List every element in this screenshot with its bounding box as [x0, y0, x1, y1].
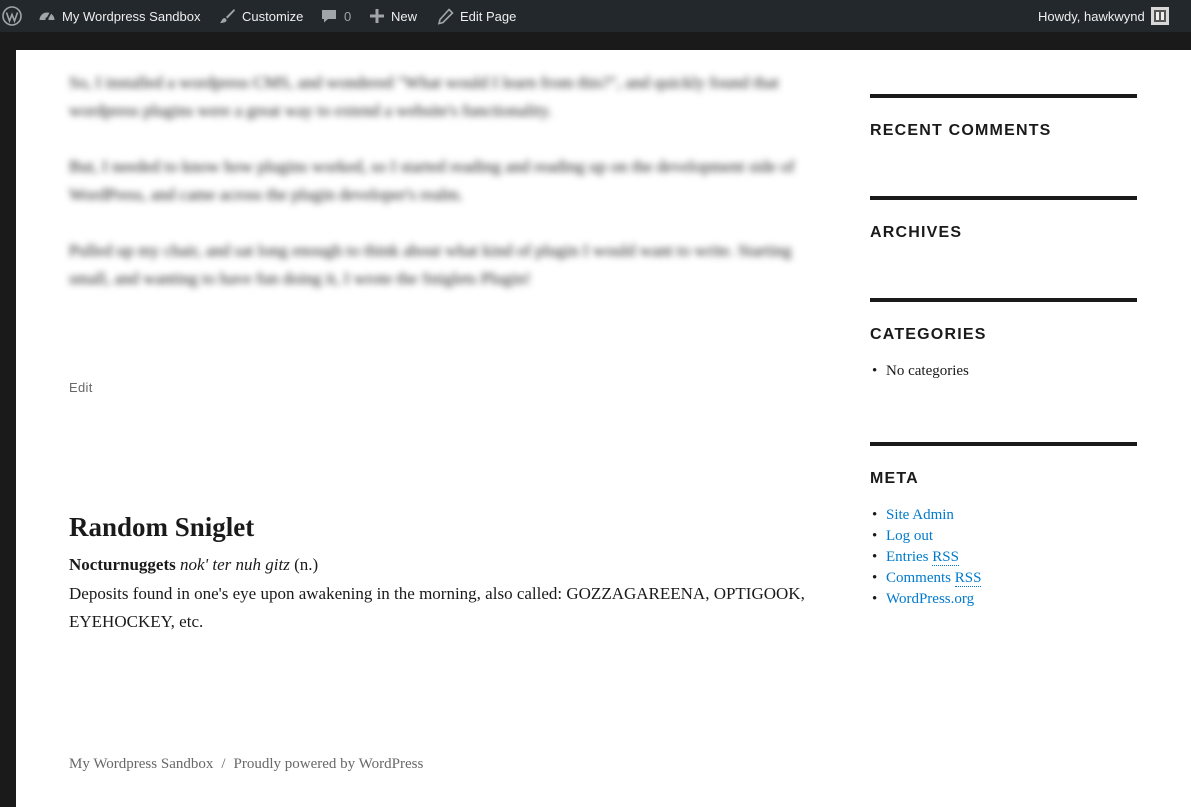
recent-comments-title: RECENT COMMENTS	[870, 122, 1052, 139]
sniglet-word: Nocturnuggets	[69, 555, 176, 574]
customize-label: Customize	[242, 8, 304, 24]
greeting-label: Howdy, hawkwynd	[1038, 8, 1145, 24]
edit-page-label: Edit Page	[460, 8, 517, 24]
categories-widget: CATEGORIES No categories	[870, 298, 1137, 382]
comments-label: Comments	[886, 570, 952, 586]
site-admin-link[interactable]: Site Admin	[870, 505, 1137, 526]
rss-abbr: RSS	[954, 570, 982, 587]
site-name-label: My Wordpress Sandbox	[62, 8, 201, 24]
intro-paragraph-3: Pulled up my chair, and sat long enough …	[69, 241, 792, 288]
edit-link[interactable]: Edit	[69, 380, 93, 395]
edit-page-button[interactable]: Edit Page	[437, 0, 516, 32]
new-content-button[interactable]: New	[369, 0, 417, 32]
site-footer: My Wordpress Sandbox / Proudly powered b…	[69, 756, 423, 773]
categories-title: CATEGORIES	[870, 326, 987, 343]
sniglet-part-of-speech: (n.)	[294, 555, 319, 574]
log-out-link[interactable]: Log out	[870, 526, 1137, 547]
dashboard-icon	[39, 12, 55, 21]
sniglet-definition: Deposits found in one's eye upon awakeni…	[69, 584, 805, 631]
brush-icon	[220, 9, 235, 23]
archives-widget: ARCHIVES	[870, 196, 1137, 242]
wordpress-logo-button[interactable]	[2, 0, 22, 32]
intro-paragraph-1: So, I installed a wordpress CMS, and won…	[69, 73, 779, 120]
pencil-icon	[437, 7, 454, 25]
plus-icon	[370, 9, 384, 23]
comment-bubble-icon	[322, 10, 336, 23]
sniglet-entry: Nocturnuggets nok' ter nuh gitz (n.)	[69, 555, 318, 575]
admin-bar: My Wordpress Sandbox Customize 0 New Edi…	[0, 0, 1191, 32]
sniglet-heading: Random Sniglet	[69, 512, 255, 542]
list-item: No categories	[870, 361, 1137, 382]
account-menu[interactable]: Howdy, hawkwynd	[1038, 0, 1169, 32]
intro-paragraph-2: But, I needed to know how plugins worked…	[69, 157, 795, 204]
entries-label: Entries	[886, 549, 929, 565]
footer-powered-link[interactable]: Proudly powered by WordPress	[234, 756, 424, 773]
meta-list: Site Admin Log out Entries RSS Comments …	[870, 505, 1137, 610]
new-label: New	[391, 8, 418, 24]
avatar	[1150, 7, 1169, 25]
comments-button[interactable]: 0	[320, 0, 351, 32]
entries-rss-link[interactable]: Entries RSS	[870, 547, 1137, 568]
categories-list: No categories	[870, 361, 1137, 382]
rss-abbr: RSS	[932, 549, 959, 566]
footer-site-link[interactable]: My Wordpress Sandbox	[69, 756, 213, 773]
archives-title: ARCHIVES	[870, 224, 963, 241]
meta-title: META	[870, 470, 919, 487]
wordpress-org-link[interactable]: WordPress.org	[870, 589, 1137, 610]
footer-separator: /	[221, 756, 226, 772]
comments-rss-link[interactable]: Comments RSS	[870, 568, 1137, 589]
page-content-area: So, I installed a wordpress CMS, and won…	[16, 50, 1191, 807]
recent-comments-widget: RECENT COMMENTS	[870, 94, 1137, 140]
customize-button[interactable]: Customize	[218, 0, 303, 32]
wordpress-logo-icon	[2, 6, 22, 26]
comments-count: 0	[344, 8, 352, 24]
sniglet-pronunciation: nok' ter nuh gitz	[179, 555, 290, 574]
meta-widget: META Site Admin Log out Entries RSS Comm…	[870, 442, 1137, 610]
site-name-menu[interactable]: My Wordpress Sandbox	[38, 0, 201, 32]
